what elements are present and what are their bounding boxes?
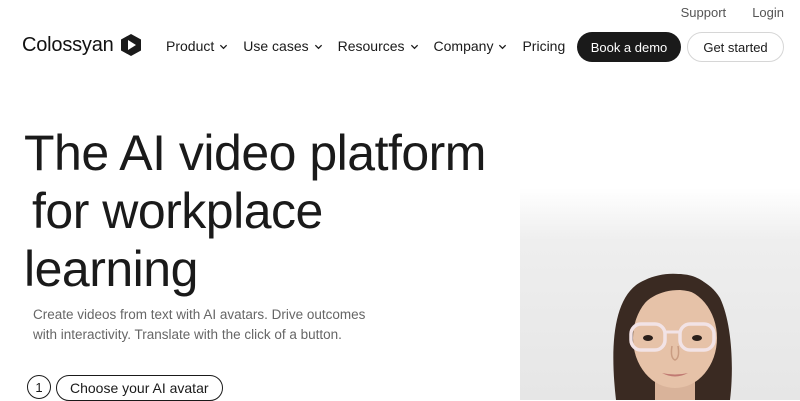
nav-item-pricing[interactable]: Pricing xyxy=(522,38,565,54)
chevron-down-icon xyxy=(410,44,418,49)
main-header: Colossyan Product Use cases Resources Co… xyxy=(0,30,800,64)
ai-avatar-image xyxy=(613,273,732,400)
chevron-down-icon xyxy=(220,44,228,49)
avatar-step: 1 Choose your AI avatar xyxy=(27,375,223,401)
play-hexagon-icon xyxy=(120,34,141,56)
utility-nav: Support Login xyxy=(681,5,784,20)
nav-item-label: Resources xyxy=(337,38,405,54)
hero-avatar-visual xyxy=(520,188,800,400)
hero-subtitle: Create videos from text with AI avatars.… xyxy=(33,307,366,342)
nav-item-label: Product xyxy=(166,38,215,54)
nav-item-company[interactable]: Company xyxy=(434,38,508,54)
choose-avatar-button[interactable]: Choose your AI avatar xyxy=(56,375,223,401)
logo[interactable]: Colossyan xyxy=(22,33,142,57)
nav-item-label: Company xyxy=(433,38,494,54)
nav-item-label: Use cases xyxy=(243,38,309,54)
get-started-button[interactable]: Get started xyxy=(687,32,784,62)
nav-item-resources[interactable]: Resources xyxy=(338,38,419,54)
hero-title: The AI video platform for workplace lear… xyxy=(24,124,486,298)
logo-text: Colossyan xyxy=(22,33,114,56)
hero-title-line: learning xyxy=(24,241,198,297)
hero-title-line: for workplace xyxy=(32,183,323,239)
nav-item-product[interactable]: Product xyxy=(166,38,228,54)
step-number-badge: 1 xyxy=(27,375,51,399)
book-demo-button[interactable]: Book a demo xyxy=(577,32,681,62)
nav-item-label: Pricing xyxy=(522,38,566,54)
hero-title-line: The AI video platform xyxy=(24,125,486,181)
main-nav: Product Use cases Resources Company Pric… xyxy=(166,38,565,54)
login-link[interactable]: Login xyxy=(752,5,784,20)
support-link[interactable]: Support xyxy=(681,5,727,20)
nav-item-use-cases[interactable]: Use cases xyxy=(243,38,322,54)
chevron-down-icon xyxy=(499,44,507,49)
chevron-down-icon xyxy=(314,44,322,49)
